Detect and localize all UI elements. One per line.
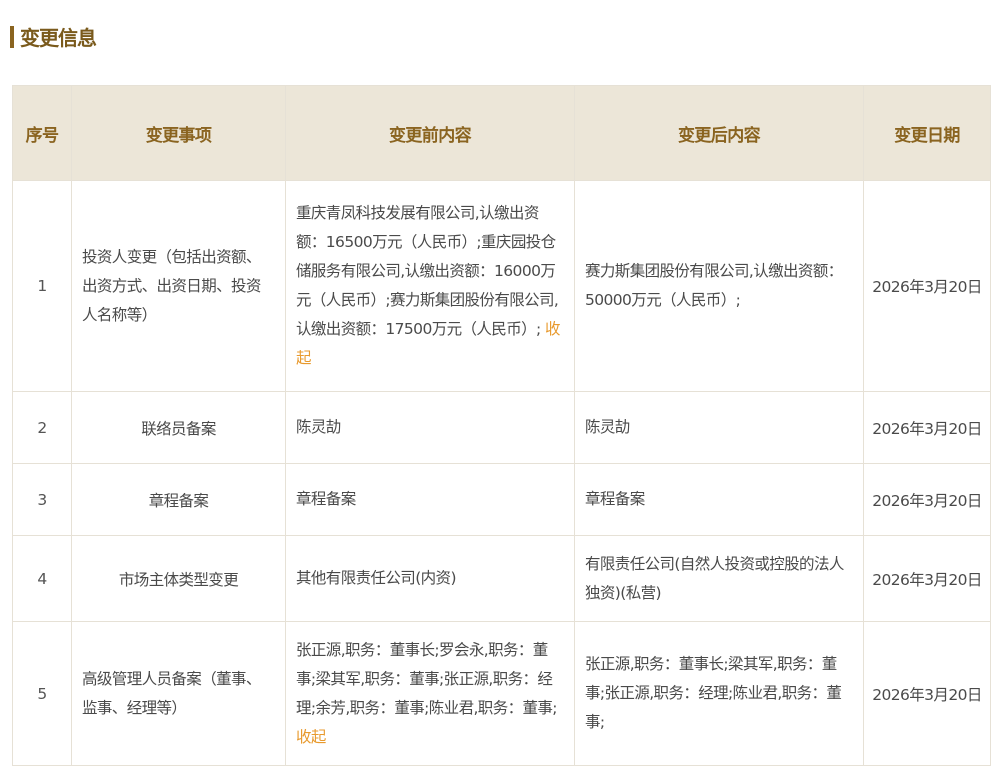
row-before: 章程备案 bbox=[285, 463, 575, 536]
header-before: 变更前内容 bbox=[285, 85, 575, 181]
row-before: 张正源,职务：董事长;罗会永,职务：董事;梁其军,职务：董事;张正源,职务：经理… bbox=[285, 621, 575, 766]
row-before: 其他有限责任公司(内资) bbox=[285, 535, 575, 622]
collapse-link[interactable]: 收起 bbox=[296, 728, 326, 746]
table-header-row: 序号 变更事项 变更前内容 变更后内容 变更日期 bbox=[12, 85, 991, 181]
row-index: 2 bbox=[12, 391, 72, 464]
row-index: 5 bbox=[12, 621, 72, 766]
row-after-text: 张正源,职务：董事长;梁其军,职务：董事;张正源,职务：经理;陈业君,职务：董事… bbox=[585, 655, 842, 731]
row-after: 章程备案 bbox=[574, 463, 864, 536]
header-after: 变更后内容 bbox=[574, 85, 864, 181]
row-after-text: 赛力斯集团股份有限公司,认缴出资额：50000万元（人民币）; bbox=[585, 262, 843, 309]
row-date: 2026年3月20日 bbox=[863, 180, 991, 392]
table-row: 1 投资人变更（包括出资额、出资方式、出资日期、投资人名称等） 重庆青凤科技发展… bbox=[12, 180, 991, 392]
row-before-text: 重庆青凤科技发展有限公司,认缴出资额：16500万元（人民币）;重庆园投仓储服务… bbox=[296, 204, 559, 338]
table-row: 2 联络员备案 陈灵劼 陈灵劼 2026年3月20日 bbox=[12, 391, 991, 464]
row-item: 市场主体类型变更 bbox=[71, 535, 286, 622]
row-index: 4 bbox=[12, 535, 72, 622]
row-date: 2026年3月20日 bbox=[863, 621, 991, 766]
header-date: 变更日期 bbox=[863, 85, 991, 181]
section-title-text: 变更信息 bbox=[20, 26, 97, 50]
change-info-table: 序号 变更事项 变更前内容 变更后内容 变更日期 1 投资人变更（包括出资额、出… bbox=[12, 85, 991, 766]
row-item-text: 高级管理人员备案（董事、监事、经理等） bbox=[82, 669, 261, 717]
row-before-text: 张正源,职务：董事长;罗会永,职务：董事;梁其军,职务：董事;张正源,职务：经理… bbox=[296, 640, 558, 717]
section-title: 变更信息 bbox=[10, 22, 97, 51]
row-item: 联络员备案 bbox=[71, 391, 286, 464]
row-item: 高级管理人员备案（董事、监事、经理等） bbox=[71, 621, 286, 766]
row-date: 2026年3月20日 bbox=[863, 535, 991, 622]
row-index: 3 bbox=[12, 463, 72, 536]
table-row: 3 章程备案 章程备案 章程备案 2026年3月20日 bbox=[12, 463, 991, 536]
row-before: 重庆青凤科技发展有限公司,认缴出资额：16500万元（人民币）;重庆园投仓储服务… bbox=[285, 180, 575, 392]
table-row: 5 高级管理人员备案（董事、监事、经理等） 张正源,职务：董事长;罗会永,职务：… bbox=[12, 621, 991, 766]
row-index: 1 bbox=[12, 180, 72, 392]
header-index: 序号 bbox=[12, 85, 72, 181]
row-after: 张正源,职务：董事长;梁其军,职务：董事;张正源,职务：经理;陈业君,职务：董事… bbox=[574, 621, 864, 766]
row-date: 2026年3月20日 bbox=[863, 391, 991, 464]
row-after: 有限责任公司(自然人投资或控股的法人独资)(私营) bbox=[574, 535, 864, 622]
row-after: 陈灵劼 bbox=[574, 391, 864, 464]
row-item: 章程备案 bbox=[71, 463, 286, 536]
row-after: 赛力斯集团股份有限公司,认缴出资额：50000万元（人民币）; bbox=[574, 180, 864, 392]
row-item-text: 投资人变更（包括出资额、出资方式、出资日期、投资人名称等） bbox=[82, 247, 261, 324]
row-item: 投资人变更（包括出资额、出资方式、出资日期、投资人名称等） bbox=[71, 180, 286, 392]
title-accent-bar bbox=[10, 25, 14, 48]
row-before: 陈灵劼 bbox=[285, 391, 575, 464]
row-date: 2026年3月20日 bbox=[863, 463, 991, 536]
header-item: 变更事项 bbox=[71, 85, 286, 181]
table-row: 4 市场主体类型变更 其他有限责任公司(内资) 有限责任公司(自然人投资或控股的… bbox=[12, 535, 991, 622]
